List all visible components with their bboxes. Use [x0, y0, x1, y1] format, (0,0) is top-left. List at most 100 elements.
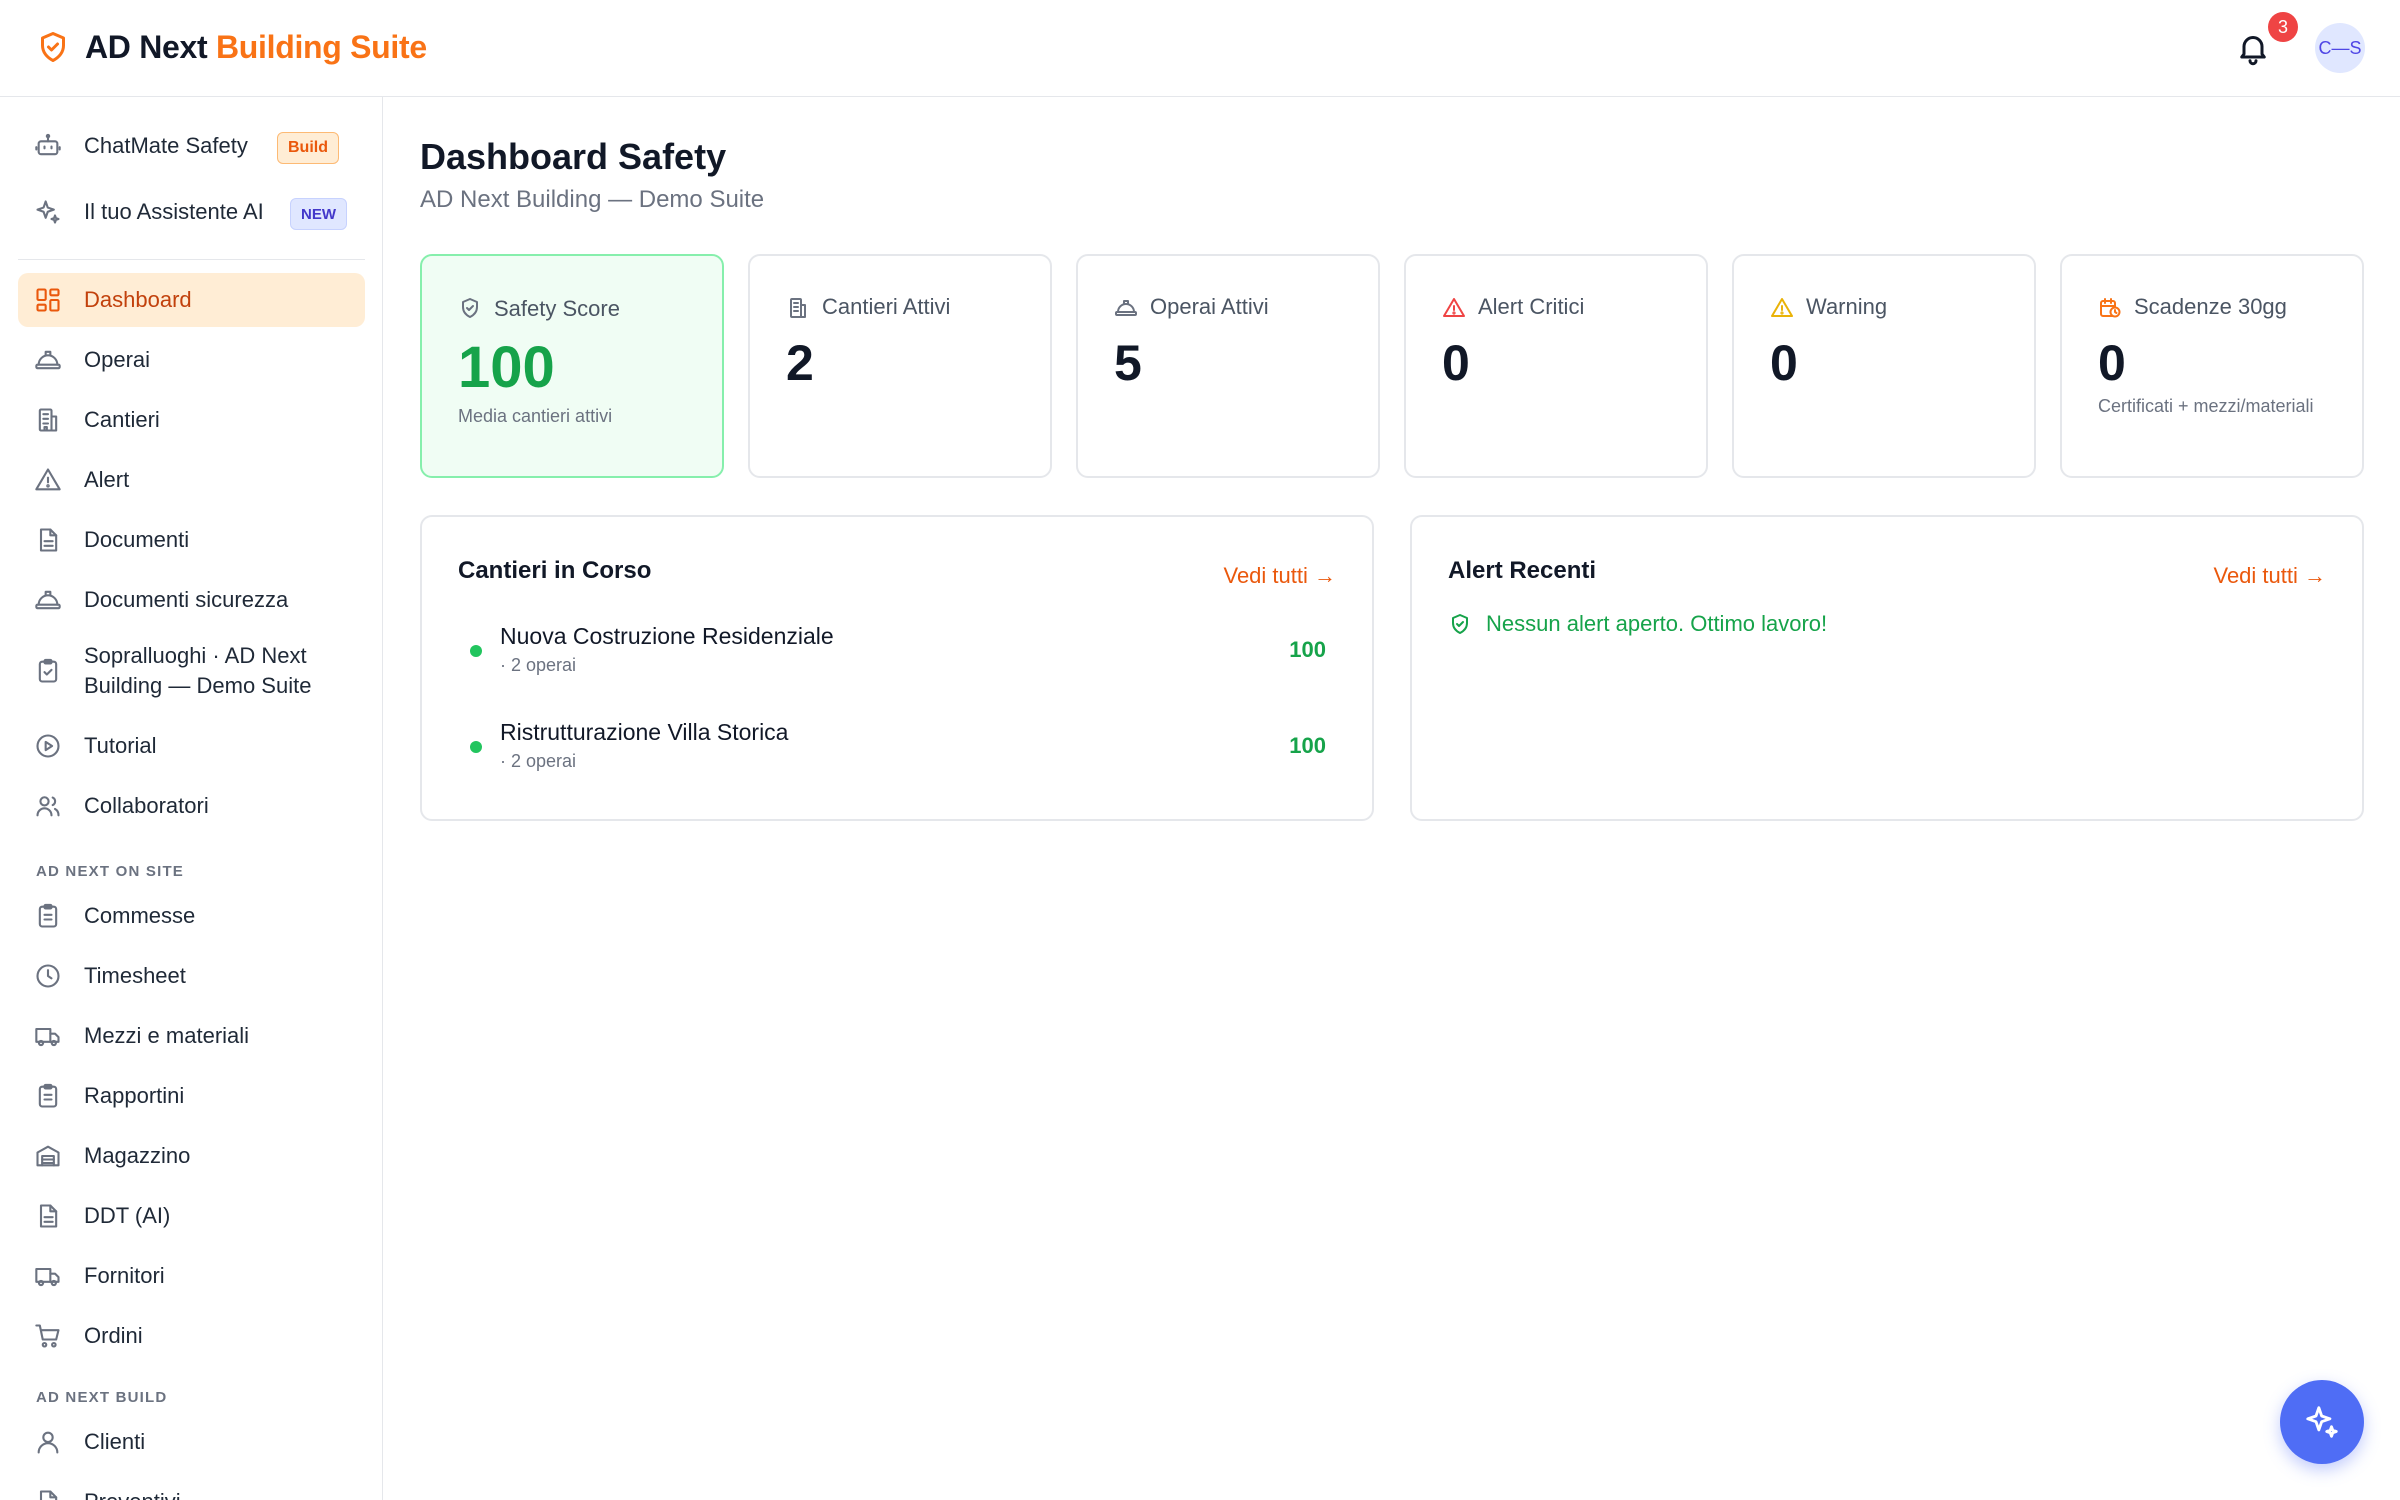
stat-note: Media cantieri attivi: [458, 406, 613, 426]
sidebar-item-sopralluoghi[interactable]: Sopralluoghi · AD Next Building — Demo S…: [18, 633, 365, 709]
brand-logo[interactable]: AD Next Building Suite: [35, 28, 427, 66]
alert-triangle-icon: [1442, 296, 1466, 320]
hardhat-icon: [1114, 296, 1138, 320]
notifications-bell-icon[interactable]: [2235, 29, 2271, 67]
stat-value: 0: [2098, 335, 2126, 391]
shield-check-icon: [1452, 614, 1468, 634]
stat-label: Safety Score: [494, 296, 620, 321]
sidebar-item-documenti-sicurezza[interactable]: Documenti sicurezza: [18, 573, 365, 627]
stat-card-warning[interactable]: Warning 0: [1732, 254, 2036, 478]
stat-label: Cantieri Attivi: [822, 294, 951, 319]
sidebar-item-preventivi[interactable]: Preventivi: [18, 1475, 365, 1500]
brand-name-part2: Building Suite: [215, 28, 427, 65]
hardhat-icon: [34, 346, 62, 374]
building-icon: [34, 406, 62, 434]
shield-logo-icon: [41, 32, 65, 62]
sidebar-item-magazzino[interactable]: Magazzino: [18, 1129, 365, 1183]
play-circle-icon: [34, 732, 62, 760]
truck-icon: [34, 1022, 62, 1050]
sparkles-icon: [34, 198, 62, 226]
stat-value: 0: [1770, 335, 1798, 391]
sidebar-item-documenti[interactable]: Documenti: [18, 513, 365, 567]
stat-card-alert-critici[interactable]: Alert Critici 0: [1404, 254, 1708, 478]
sidebar-item-label: ChatMate Safety: [84, 133, 248, 158]
document-icon: [34, 1202, 62, 1230]
sidebar-item-cantieri[interactable]: Cantieri: [18, 393, 365, 447]
user-avatar[interactable]: C—S: [2315, 23, 2365, 73]
stat-card-cantieri-attivi[interactable]: Cantieri Attivi 2: [748, 254, 1052, 478]
sidebar-item-ordini[interactable]: Ordini: [18, 1309, 365, 1363]
sidebar-item-label: Cantieri: [84, 407, 160, 432]
hardhat-icon: [34, 586, 62, 614]
sidebar-item-label: Ordini: [84, 1323, 143, 1348]
stat-card-operai-attivi[interactable]: Operai Attivi 5: [1076, 254, 1380, 478]
sidebar-item-operai[interactable]: Operai: [18, 333, 365, 387]
page-subtitle: AD Next Building — Demo Suite: [420, 186, 765, 213]
sidebar-item-label: Fornitori: [84, 1263, 165, 1288]
sidebar-item-collaboratori[interactable]: Collaboratori: [18, 779, 365, 833]
sidebar-item-dashboard[interactable]: Dashboard: [18, 273, 365, 327]
sidebar-item-label: Alert: [84, 467, 130, 492]
alert-recenti-panel: Alert Recenti Vedi tutti → Nessun alert …: [1410, 515, 2364, 821]
sidebar-item-mezzi-materiali[interactable]: Mezzi e materiali: [18, 1009, 365, 1063]
stat-value: 0: [1442, 335, 1470, 391]
building-icon: [786, 296, 810, 320]
cantiere-row[interactable]: Nuova Costruzione Residenziale · 2 opera…: [458, 623, 1338, 683]
cantiere-row[interactable]: Ristrutturazione Villa Storica · 2 opera…: [458, 719, 1338, 779]
sidebar-item-label: Il tuo Assistente AI: [84, 199, 264, 224]
cantieri-in-corso-panel: Cantieri in Corso Vedi tutti → Nuova Cos…: [420, 515, 1374, 821]
sidebar-item-clienti[interactable]: Clienti: [18, 1415, 365, 1469]
status-dot: [470, 741, 482, 753]
sidebar-item-label: Tutorial: [84, 733, 157, 758]
new-badge: NEW: [290, 198, 347, 230]
sidebar-item-label: Documenti sicurezza: [84, 587, 289, 612]
sidebar-item-label: Preventivi: [84, 1487, 181, 1500]
truck-icon: [34, 1262, 62, 1290]
clipboard-list-icon: [34, 902, 62, 930]
sidebar: ChatMate Safety Build Il tuo Assistente …: [0, 97, 383, 1500]
section-label-onsite: AD NEXT ON SITE: [36, 863, 185, 880]
clipboard-list-icon: [34, 1082, 62, 1110]
stat-label: Operai Attivi: [1150, 294, 1269, 319]
vedi-tutti-alert-link[interactable]: Vedi tutti →: [2213, 563, 2326, 589]
document-icon: [34, 526, 62, 554]
cantiere-score: 100: [1289, 733, 1326, 758]
stat-card-scadenze[interactable]: Scadenze 30gg 0 Certificati + mezzi/mate…: [2060, 254, 2364, 478]
clipboard-check-icon: [34, 657, 62, 685]
stat-value: 100: [458, 335, 555, 400]
warning-icon: [1770, 296, 1794, 320]
stat-note: Certificati + mezzi/materiali: [2098, 396, 2314, 416]
no-alerts-text: Nessun alert aperto. Ottimo lavoro!: [1486, 611, 1828, 636]
sidebar-item-commesse[interactable]: Commesse: [18, 889, 365, 943]
clock-icon: [34, 962, 62, 990]
warning-icon: [34, 466, 62, 494]
sidebar-item-label: Sopralluoghi · AD Next Building — Demo S…: [84, 643, 312, 698]
sidebar-item-label: Rapportini: [84, 1083, 185, 1108]
sidebar-item-fornitori[interactable]: Fornitori: [18, 1249, 365, 1303]
sidebar-item-alert[interactable]: Alert: [18, 453, 365, 507]
cantiere-score: 100: [1289, 637, 1326, 662]
cantiere-meta: · 2 operai: [500, 751, 577, 771]
brand-name-part1: AD Next: [85, 28, 208, 65]
panel-title: Cantieri in Corso: [458, 557, 652, 584]
document-icon: [34, 1488, 62, 1500]
section-label-build: AD NEXT BUILD: [36, 1389, 168, 1406]
cantiere-meta: · 2 operai: [500, 655, 577, 675]
sidebar-item-rapportini[interactable]: Rapportini: [18, 1069, 365, 1123]
sidebar-item-label: DDT (AI): [84, 1203, 171, 1228]
stat-card-safety-score[interactable]: Safety Score 100 Media cantieri attivi: [420, 254, 724, 478]
cart-icon: [34, 1322, 62, 1350]
sidebar-item-ddt-ai[interactable]: DDT (AI): [18, 1189, 365, 1243]
build-badge: Build: [277, 132, 339, 164]
stat-label: Scadenze 30gg: [2134, 294, 2287, 319]
ai-assistant-fab[interactable]: [2280, 1380, 2364, 1464]
sidebar-item-label: Mezzi e materiali: [84, 1023, 250, 1048]
vedi-tutti-cantieri-link[interactable]: Vedi tutti →: [1223, 563, 1336, 589]
stat-label: Warning: [1806, 294, 1888, 319]
stat-value: 5: [1114, 335, 1142, 391]
sidebar-item-tutorial[interactable]: Tutorial: [18, 719, 365, 773]
sidebar-item-label: Timesheet: [84, 963, 186, 988]
brand-name: AD Next Building Suite: [85, 29, 427, 66]
sidebar-item-label: Collaboratori: [84, 793, 209, 818]
sidebar-item-timesheet[interactable]: Timesheet: [18, 949, 365, 1003]
